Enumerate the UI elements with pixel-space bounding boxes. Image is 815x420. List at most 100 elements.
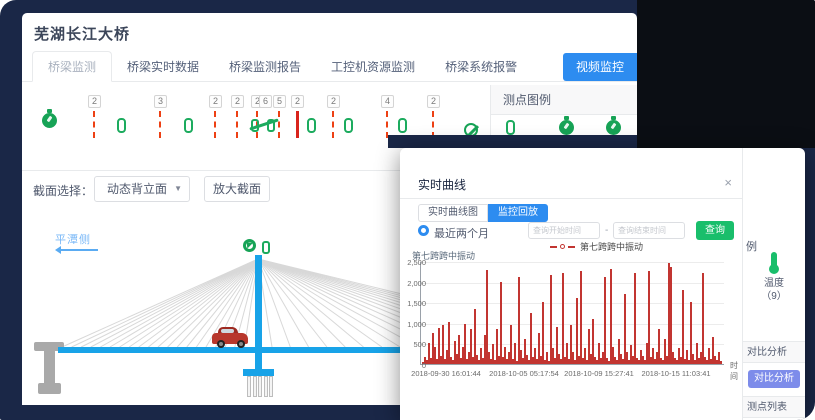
- tab-2[interactable]: 桥梁实时数据: [112, 52, 214, 81]
- x-axis-name: 时间: [730, 360, 742, 382]
- video-monitor-button[interactable]: 视频监控: [563, 53, 637, 81]
- section-select-value: 动态背立面: [107, 182, 167, 196]
- compare-analysis-button[interactable]: 对比分析: [748, 370, 800, 388]
- chart-bars: [422, 262, 724, 364]
- bridge-pile: [253, 376, 257, 397]
- bridge-pile-cap: [243, 369, 274, 376]
- link-icon[interactable]: [398, 118, 407, 133]
- dialog-tabbar: 实时曲线图监控回放: [418, 204, 548, 222]
- sensor-count-badge: 2: [88, 95, 101, 108]
- last-two-months-radio[interactable]: [418, 225, 429, 236]
- range-separator: -: [605, 225, 608, 236]
- x-tick-label: 2018-10-15 11:03:41: [641, 369, 710, 378]
- realtime-curve-dialog: 实时曲线 × 实时曲线图监控回放 最近两个月 - 查询 第七跨跨中振动 第七跨跨…: [400, 148, 743, 420]
- sensor-line: [214, 111, 216, 138]
- chart-bar: [634, 273, 636, 364]
- legend-panel-title: 测点图例: [491, 85, 637, 115]
- chart-legend[interactable]: 第七跨跨中振动: [550, 240, 643, 253]
- bridge-pile: [247, 376, 251, 397]
- dark-panel: [637, 0, 815, 148]
- point-list-header: 测点列表: [743, 396, 805, 418]
- chart-bar: [500, 282, 502, 364]
- sensor-line: [278, 111, 280, 138]
- bridge-icon[interactable]: [251, 119, 277, 134]
- sensor-count-badge: 3: [154, 95, 167, 108]
- end-time-input[interactable]: [613, 222, 685, 239]
- chart-bar: [604, 277, 606, 364]
- start-time-input[interactable]: [528, 222, 600, 239]
- sensor-count-badge: 2: [209, 95, 222, 108]
- sensor-count-badge: 2: [231, 95, 244, 108]
- bridge-side-label: 平潭侧: [55, 231, 91, 247]
- sensor-line: [386, 111, 388, 138]
- background-band: [388, 135, 637, 148]
- close-icon[interactable]: ×: [724, 175, 732, 190]
- sensor-line: [159, 111, 161, 138]
- temperature-count: （9）: [743, 287, 805, 302]
- bridge-tower: [255, 255, 262, 371]
- detail-window: 实时曲线 × 实时曲线图监控回放 最近两个月 - 查询 第七跨跨中振动 第七跨跨…: [400, 148, 805, 420]
- dialog-tab-1[interactable]: 实时曲线图: [418, 204, 488, 222]
- chart-bar: [464, 324, 466, 364]
- query-button[interactable]: 查询: [696, 221, 734, 240]
- bridge-pier: [44, 351, 55, 385]
- tab-4[interactable]: 工控机资源监测: [316, 52, 430, 81]
- chart-bar: [580, 271, 582, 364]
- y-tick-label: 500: [402, 340, 426, 349]
- sensor-line: [296, 111, 299, 138]
- enlarge-section-button[interactable]: 放大截面: [204, 176, 270, 202]
- gauge-icon[interactable]: [559, 120, 574, 135]
- sensor-line: [332, 111, 334, 138]
- sensor-count-badge: 5: [273, 95, 286, 108]
- legend-marker-icon: [560, 244, 565, 249]
- sensor-line: [93, 111, 95, 138]
- tower-link-icon[interactable]: [262, 241, 270, 254]
- chart-plot-area: [420, 262, 724, 365]
- tab-3[interactable]: 桥梁监测报告: [214, 52, 316, 81]
- y-tick-label: 1,500: [402, 299, 426, 308]
- chart-bar: [576, 298, 578, 364]
- x-tick-label: 2018-09-30 16:01:44: [411, 369, 481, 378]
- dialog-tab-2[interactable]: 监控回放: [488, 204, 548, 222]
- detail-sidebar: 例 温度 （9） 对比分析 对比分析 测点列表: [743, 148, 805, 420]
- main-tabbar: 桥梁监测桥梁实时数据桥梁监测报告工控机资源监测桥梁系统报警: [22, 53, 637, 82]
- car-wheel: [237, 340, 245, 348]
- x-tick-label: 2018-10-05 05:17:54: [489, 369, 559, 378]
- bridge-pile: [269, 376, 273, 397]
- sensor-count-badge: 2: [327, 95, 340, 108]
- sidebar-header-fragment: 例: [746, 238, 757, 254]
- link-icon[interactable]: [117, 118, 126, 133]
- sensor-line: [432, 111, 434, 138]
- legend-line: [568, 246, 575, 248]
- divider: [400, 198, 742, 199]
- chart-bar: [562, 273, 564, 364]
- link-icon[interactable]: [184, 118, 193, 133]
- y-tick-label: 2,500: [402, 258, 426, 267]
- chevron-down-icon: ▼: [174, 177, 182, 201]
- gauge-icon[interactable]: [42, 113, 57, 128]
- sensor-line: [236, 111, 238, 138]
- chart-bar: [670, 267, 672, 364]
- tab-1[interactable]: 桥梁监测: [32, 51, 112, 82]
- link-icon[interactable]: [506, 120, 515, 135]
- chart-bar: [702, 273, 704, 364]
- chart-bar: [648, 271, 650, 364]
- chart-bar: [486, 270, 488, 364]
- bridge-pile: [264, 376, 268, 397]
- page-title: 芜湖长江大桥: [34, 23, 130, 44]
- thermometer-icon[interactable]: [771, 252, 777, 268]
- tower-gauge-icon[interactable]: [243, 239, 256, 252]
- bridge-pier: [38, 383, 61, 394]
- legend-line: [550, 246, 557, 248]
- legend-label: 第七跨跨中振动: [580, 240, 643, 253]
- section-select-label: 截面选择：: [33, 182, 93, 199]
- app-background: 芜湖长江大桥 桥梁监测桥梁实时数据桥梁监测报告工控机资源监测桥梁系统报警 视频监…: [0, 0, 815, 420]
- tab-5[interactable]: 桥梁系统报警: [430, 52, 532, 81]
- section-select[interactable]: 动态背立面 ▼: [94, 176, 190, 202]
- link-icon[interactable]: [307, 118, 316, 133]
- car-wheel: [217, 340, 225, 348]
- link-icon[interactable]: [344, 118, 353, 133]
- gauge-icon[interactable]: [606, 120, 621, 135]
- chart-bar: [682, 290, 684, 364]
- compare-analysis-header: 对比分析: [743, 341, 805, 363]
